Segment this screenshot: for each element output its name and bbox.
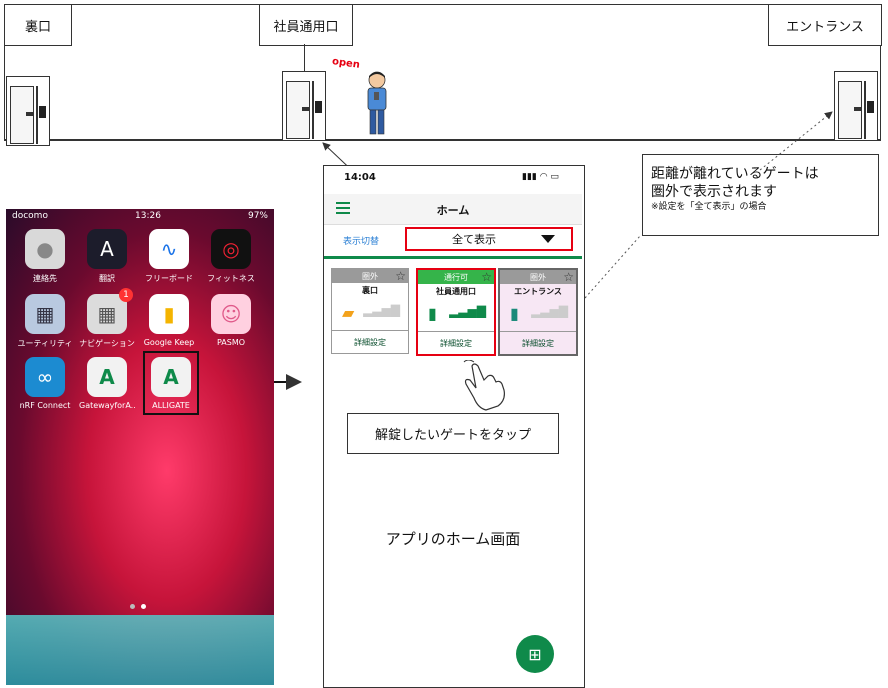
alligate-icon: A bbox=[87, 357, 127, 397]
door-icon: ▮ bbox=[510, 304, 519, 323]
ios-status-bar: docomo 13:26 97% bbox=[6, 209, 274, 223]
app-time: 14:04 bbox=[344, 172, 376, 183]
gate-card-back[interactable]: 圏外 ☆ 裏口 ▰ ▂▃▅▇ 詳細設定 bbox=[331, 268, 409, 354]
card-name: 裏口 bbox=[362, 286, 378, 295]
app-alligate[interactable]: A ALLIGATE bbox=[143, 351, 199, 415]
app-label: PASMO bbox=[216, 338, 246, 347]
app-google-keep[interactable]: ▮ Google Keep bbox=[141, 294, 197, 347]
pasmo-icon: ☺ bbox=[211, 294, 251, 334]
app-translate[interactable]: A 翻訳 bbox=[79, 229, 135, 284]
keep-icon: ▮ bbox=[149, 294, 189, 334]
folder-icon: ▦ 1 bbox=[87, 288, 133, 334]
app-label: フリーボード bbox=[145, 274, 193, 283]
card-status: 圏外 bbox=[362, 271, 378, 281]
ios-time: 13:26 bbox=[135, 211, 161, 221]
app-label: GatewayforA... bbox=[79, 401, 135, 410]
card-name: エントランス bbox=[514, 287, 562, 296]
app-utilities-folder[interactable]: ▦ ユーティリティ bbox=[17, 294, 73, 349]
add-gate-fab[interactable]: ⊞ bbox=[516, 635, 554, 673]
door-icon: ▮ bbox=[428, 304, 437, 323]
door-plus-icon: ⊞ bbox=[528, 644, 542, 664]
alligate-icon: A bbox=[151, 357, 191, 397]
star-icon[interactable]: ☆ bbox=[563, 270, 574, 284]
page-dots bbox=[130, 604, 150, 609]
app-label: nRF Connect bbox=[19, 401, 71, 410]
star-icon[interactable]: ☆ bbox=[481, 270, 492, 284]
freeform-icon: ∿ bbox=[149, 229, 189, 269]
app-label: ユーティリティ bbox=[17, 339, 73, 348]
filter-value: 全て表示 bbox=[452, 233, 496, 246]
chevron-down-icon bbox=[541, 235, 555, 243]
gate-card-entrance[interactable]: 圏外 ☆ エントランス ▮ ▂▃▅▇ 詳細設定 bbox=[498, 268, 578, 356]
app-nrf-connect[interactable]: ∞ nRF Connect bbox=[17, 357, 73, 410]
app-navigation-folder[interactable]: ▦ 1 ナビゲーション bbox=[79, 288, 135, 349]
app-label: 翻訳 bbox=[99, 274, 115, 283]
app-label: 連絡先 bbox=[33, 274, 57, 283]
translate-icon: A bbox=[87, 229, 127, 269]
app-pasmo[interactable]: ☺ PASMO bbox=[203, 294, 259, 347]
filter-dropdown[interactable]: 全て表示 bbox=[405, 227, 573, 251]
app-label: Google Keep bbox=[143, 338, 195, 347]
notification-badge: 1 bbox=[119, 288, 133, 302]
screen-caption: アプリのホーム画面 bbox=[385, 530, 521, 548]
app-label: ALLIGATE bbox=[152, 401, 190, 410]
contacts-icon: ● bbox=[25, 229, 65, 269]
app-title: ホーム bbox=[436, 204, 470, 217]
app-label: フィットネス bbox=[207, 274, 255, 283]
signal-icon: ▂▃▅▇ bbox=[531, 304, 568, 318]
app-contacts[interactable]: ● 連絡先 bbox=[17, 229, 73, 284]
app-label: ナビゲーション bbox=[79, 339, 135, 348]
battery-label: 97% bbox=[247, 211, 268, 221]
detail-settings-button[interactable]: 詳細設定 bbox=[500, 331, 576, 354]
dock-area bbox=[6, 615, 274, 685]
gate-card-staff[interactable]: 通行可 ☆ 社員通用口 ▮ ▂▃▅▇ 詳細設定 bbox=[416, 268, 496, 356]
card-name: 社員通用口 bbox=[436, 287, 476, 296]
folder-icon: ▦ bbox=[25, 294, 65, 334]
star-icon[interactable]: ☆ bbox=[395, 269, 406, 283]
fitness-icon: ◎ bbox=[211, 229, 251, 269]
tap-hand-icon bbox=[463, 360, 505, 411]
detail-settings-button[interactable]: 詳細設定 bbox=[418, 331, 494, 354]
card-status: 通行可 bbox=[444, 272, 468, 282]
filter-label: 表示切替 bbox=[343, 237, 380, 247]
carrier-label: docomo bbox=[12, 211, 48, 221]
card-status: 圏外 bbox=[530, 272, 546, 282]
app-gateway[interactable]: A GatewayforA... bbox=[79, 357, 135, 410]
signal-icon: ▂▃▅▇ bbox=[363, 303, 400, 317]
app-fitness[interactable]: ◎ フィットネス bbox=[203, 229, 259, 284]
green-divider bbox=[324, 256, 582, 259]
tap-instruction-box: 解錠したいゲートをタップ bbox=[347, 413, 559, 454]
door-open-icon: ▰ bbox=[342, 303, 355, 322]
app-status-icons: ▮▮▮ ◠ ▭ bbox=[522, 172, 559, 182]
detail-settings-button[interactable]: 詳細設定 bbox=[332, 330, 408, 353]
signal-icon: ▂▃▅▇ bbox=[449, 304, 486, 318]
app-freeform[interactable]: ∿ フリーボード bbox=[141, 229, 197, 284]
nrf-icon: ∞ bbox=[25, 357, 65, 397]
ios-home-screen: docomo 13:26 97% ● 連絡先 A 翻訳 ∿ フリーボード ◎ フ… bbox=[6, 209, 274, 685]
